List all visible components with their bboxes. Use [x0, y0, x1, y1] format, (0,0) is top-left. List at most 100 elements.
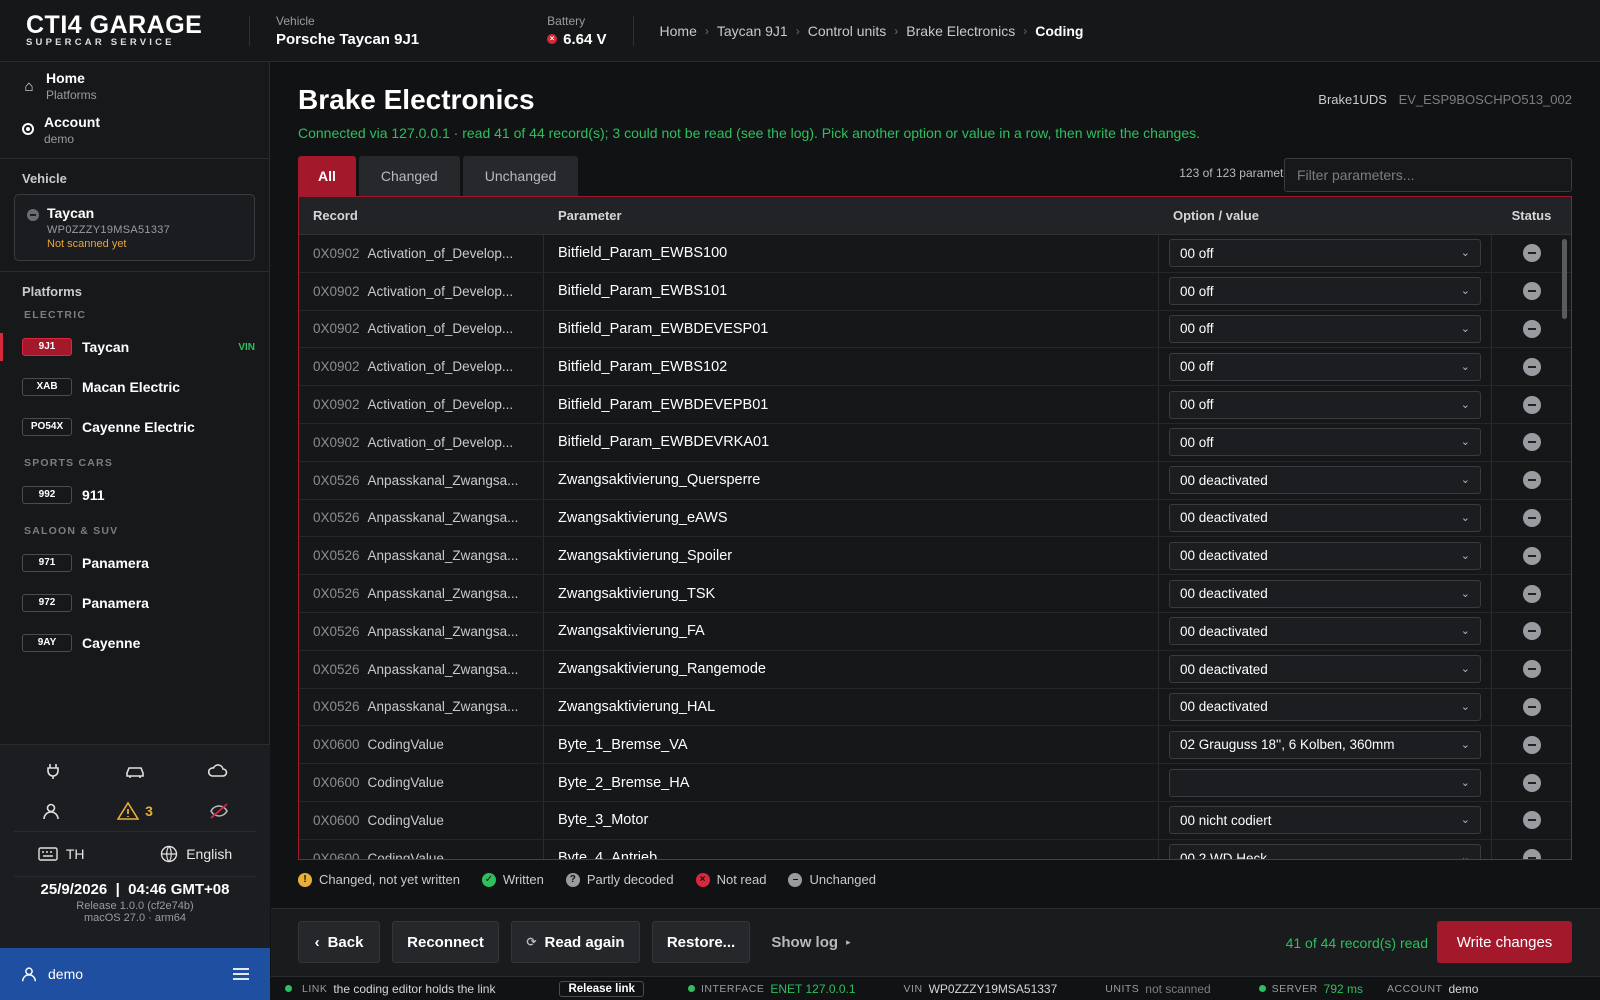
table-row[interactable]: 0X0902 Activation_of_Develop... Bitfield_P…	[299, 272, 1571, 311]
sidebar-item-cayenne[interactable]: 9AY Cayenne	[0, 623, 269, 663]
table-row[interactable]: 0X0600 CodingValue Byte_1_Bremse_VA 02 Grau…	[299, 726, 1571, 765]
filter-tabs: All Changed Unchanged	[298, 156, 579, 196]
option-cell: 00 deactivated ⌄	[1159, 461, 1492, 499]
read-again-button[interactable]: ⟳ Read again	[511, 921, 640, 963]
cloud-icon[interactable]	[206, 760, 228, 782]
record-name: CodingValue	[367, 737, 444, 753]
option-select[interactable]: 00 deactivated ⌄	[1169, 655, 1481, 684]
tab-unchanged[interactable]: Unchanged	[462, 156, 579, 196]
write-changes-button[interactable]: Write changes	[1437, 921, 1572, 963]
option-select[interactable]: 02 Grauguss 18'', 6 Kolben, 360mm ⌄	[1169, 730, 1481, 759]
table-row[interactable]: 0X0600 CodingValue Byte_4_Antrieb 00 2 WD H…	[299, 839, 1571, 859]
sidebar-item-taycan[interactable]: 9J1 Taycan VIN	[0, 327, 269, 367]
option-value: 00 off	[1180, 397, 1214, 413]
show-log-button[interactable]: Show log ▸	[761, 921, 861, 963]
table-row[interactable]: 0X0526 Anpasskanal_Zwangsa... Zwangsaktivi…	[299, 537, 1571, 576]
tab-changed[interactable]: Changed	[358, 156, 460, 196]
record-id: 0X0600	[313, 775, 360, 791]
record-cell: 0X0600 CodingValue	[299, 726, 544, 764]
table-row[interactable]: 0X0526 Anpasskanal_Zwangsa... Zwangsaktivi…	[299, 688, 1571, 727]
option-select[interactable]: 00 nicht codiert ⌄	[1169, 806, 1481, 835]
option-select[interactable]: 00 deactivated ⌄	[1169, 503, 1481, 532]
reconnect-button[interactable]: Reconnect	[392, 921, 499, 963]
option-select[interactable]: 00 deactivated ⌄	[1169, 466, 1481, 495]
chevron-right-icon: ›	[894, 23, 899, 38]
table-row[interactable]: 0X0902 Activation_of_Develop... Bitfield_P…	[299, 310, 1571, 349]
tab-all[interactable]: All	[298, 156, 356, 196]
record-id: 0X0526	[313, 548, 360, 564]
sidebar-item-macan-electric[interactable]: XAB Macan Electric	[0, 367, 269, 407]
column-record[interactable]: Record	[299, 208, 544, 223]
table-row[interactable]: 0X0902 Activation_of_Develop... Bitfield_P…	[299, 235, 1571, 273]
option-select[interactable]: ⌄	[1169, 768, 1481, 797]
option-select[interactable]: 00 off ⌄	[1169, 277, 1481, 306]
table-row[interactable]: 0X0600 CodingValue Byte_3_Motor 00 nicht co…	[299, 801, 1571, 840]
back-button[interactable]: ‹ Back	[298, 921, 380, 963]
option-select[interactable]: 00 off ⌄	[1169, 352, 1481, 381]
option-value: 00 off	[1180, 434, 1214, 450]
table-row[interactable]: 0X0600 CodingValue Byte_2_Bremse_HA ⌄	[299, 764, 1571, 802]
vehicle-card[interactable]: Taycan WP0ZZZY19MSA51337 Not scanned yet	[14, 194, 255, 261]
language-selector[interactable]: English	[160, 845, 232, 863]
option-select[interactable]: 00 deactivated ⌄	[1169, 541, 1481, 570]
sidebar-item-panamera-971[interactable]: 971 Panamera	[0, 543, 269, 583]
record-cell: 0X0526 Anpasskanal_Zwangsa...	[299, 688, 544, 726]
account-key: ACCOUNT	[1387, 982, 1443, 995]
car-icon[interactable]	[124, 760, 146, 782]
breadcrumb-home[interactable]: Home	[660, 23, 697, 39]
breadcrumb-platform[interactable]: Taycan 9J1	[717, 23, 788, 39]
table-row[interactable]: 0X0526 Anpasskanal_Zwangsa... Zwangsaktivi…	[299, 461, 1571, 500]
filter-input[interactable]	[1284, 158, 1572, 192]
breadcrumb-module[interactable]: Brake Electronics	[906, 23, 1015, 39]
plug-icon[interactable]	[42, 760, 64, 782]
column-status[interactable]: Status	[1492, 208, 1571, 223]
menu-icon[interactable]	[232, 967, 250, 981]
breadcrumb-control-units[interactable]: Control units	[808, 23, 887, 39]
module-meta: Brake1UDS EV_ESP9BOSCHPO513_002	[1318, 92, 1572, 107]
unchanged-status-icon	[1522, 508, 1541, 527]
table-row[interactable]: 0X0902 Activation_of_Develop... Bitfield_P…	[299, 423, 1571, 462]
warnings-indicator[interactable]: 3	[117, 801, 153, 821]
option-select[interactable]: 00 2 WD Heck ⌄	[1169, 844, 1481, 859]
table-row[interactable]: 0X0902 Activation_of_Develop... Bitfield_P…	[299, 386, 1571, 424]
sidebar-item-home[interactable]: ⌂ Home Platforms	[0, 62, 269, 110]
chevron-down-icon: ⌄	[1460, 285, 1470, 298]
keyboard-layout[interactable]: TH	[38, 846, 85, 862]
restore-button[interactable]: Restore...	[652, 921, 750, 963]
parameter-cell: Bitfield_Param_EWBS100	[544, 235, 1159, 272]
table-row[interactable]: 0X0526 Anpasskanal_Zwangsa... Zwangsaktivi…	[299, 612, 1571, 651]
release-link-button[interactable]: Release link	[559, 980, 644, 997]
option-value: 00 nicht codiert	[1180, 812, 1272, 828]
sidebar-item-account[interactable]: Account demo	[0, 110, 269, 154]
column-option[interactable]: Option / value	[1159, 208, 1492, 223]
option-select[interactable]: 00 off ⌄	[1169, 314, 1481, 343]
user-bar[interactable]: demo	[0, 948, 270, 1000]
record-id: 0X0902	[313, 397, 360, 413]
record-id: 0X0526	[313, 623, 360, 639]
sidebar-item-911[interactable]: 992 911	[0, 475, 269, 515]
battery-label: Battery	[547, 13, 586, 28]
column-parameter[interactable]: Parameter	[544, 208, 1159, 223]
option-select[interactable]: 00 deactivated ⌄	[1169, 579, 1481, 608]
unchanged-status-icon	[1522, 660, 1541, 679]
os-info: macOS 27.0 · arm64	[83, 912, 187, 924]
table-scrollbar[interactable]	[1562, 239, 1567, 319]
table-row[interactable]: 0X0902 Activation_of_Develop... Bitfield_P…	[299, 348, 1571, 387]
table-row[interactable]: 0X0526 Anpasskanal_Zwangsa... Zwangsaktivi…	[299, 499, 1571, 538]
sidebar-item-cayenne-electric[interactable]: PO54X Cayenne Electric	[0, 407, 269, 447]
user-icon[interactable]	[40, 800, 62, 822]
platform-code: 9J1	[22, 338, 72, 356]
option-select[interactable]: 00 off ⌄	[1169, 239, 1481, 268]
table-row[interactable]: 0X0526 Anpasskanal_Zwangsa... Zwangsaktivi…	[299, 650, 1571, 689]
option-select[interactable]: 00 deactivated ⌄	[1169, 692, 1481, 721]
option-select[interactable]: 00 off ⌄	[1169, 390, 1481, 419]
unchanged-status-icon	[1522, 849, 1541, 859]
parameter-cell: Zwangsaktivierung_eAWS	[544, 499, 1159, 537]
sidebar-item-panamera-972[interactable]: 972 Panamera	[0, 583, 269, 623]
option-select[interactable]: 00 deactivated ⌄	[1169, 617, 1481, 646]
link-off-icon[interactable]	[208, 800, 230, 822]
option-select[interactable]: 00 off ⌄	[1169, 428, 1481, 457]
unchanged-status-icon	[1522, 433, 1541, 452]
platform-name: Panamera	[82, 595, 149, 611]
table-row[interactable]: 0X0526 Anpasskanal_Zwangsa... Zwangsaktivi…	[299, 575, 1571, 613]
